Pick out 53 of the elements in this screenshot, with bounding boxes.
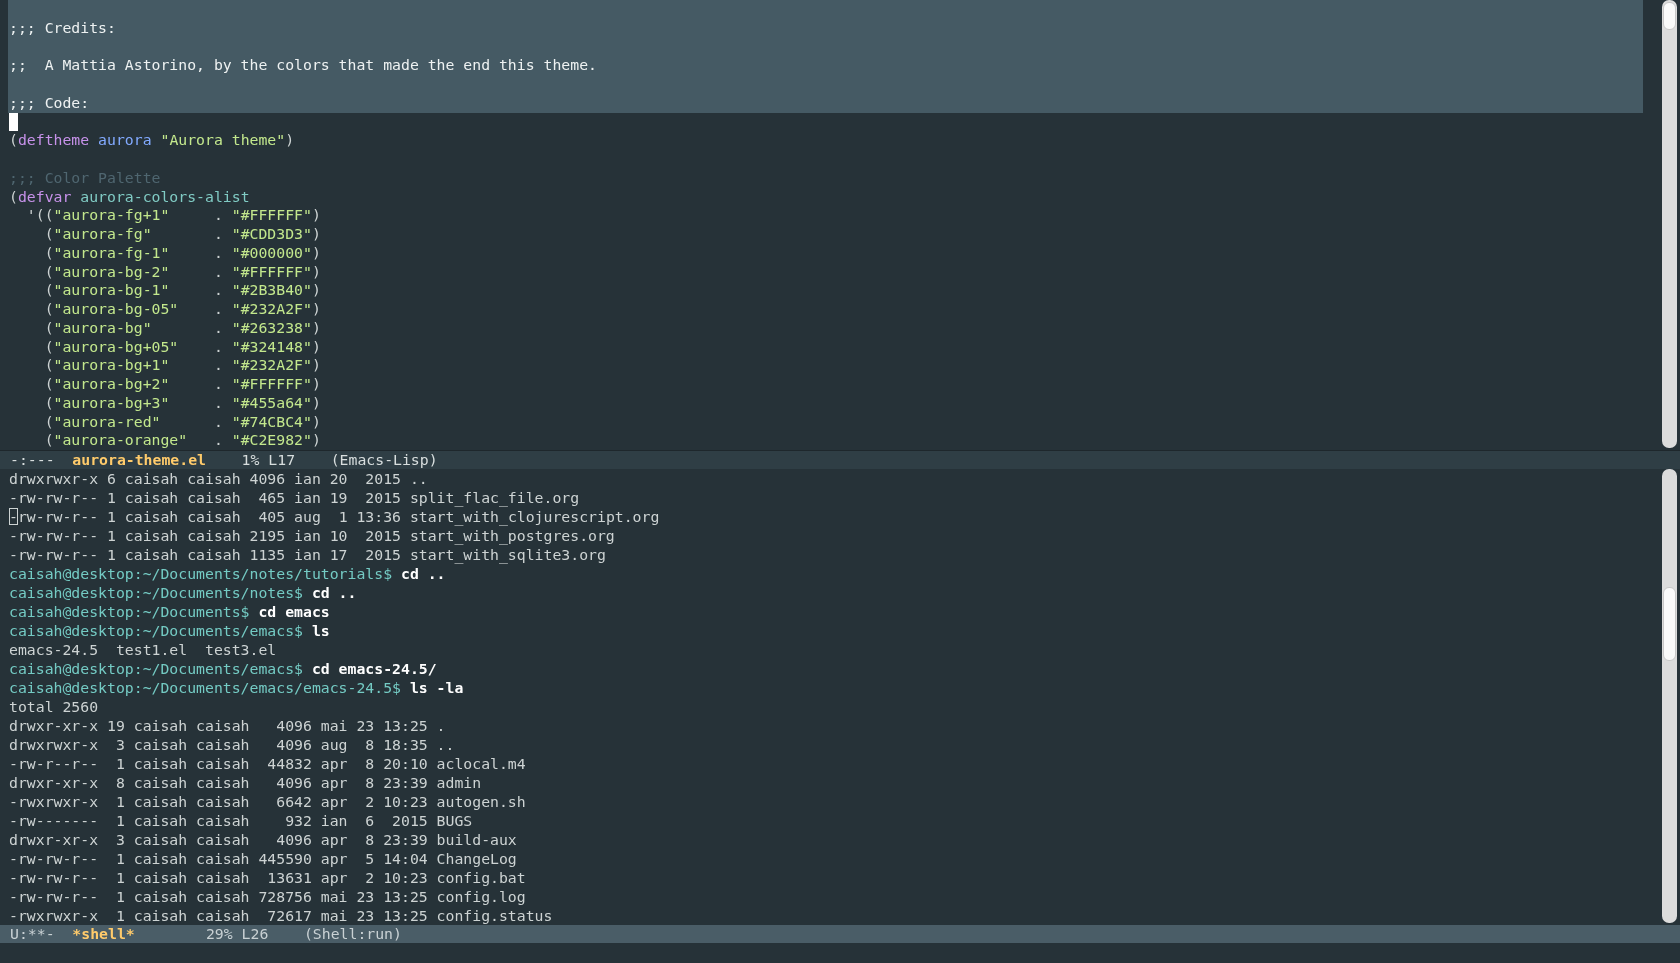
modified-flags: U:**- [10, 925, 56, 943]
scroll-position: 29% [205, 925, 233, 943]
code-line: ("aurora-bg-1" . "#2B3B40") [43, 281, 322, 300]
code-line: ("aurora-bg-05" . "#232A2F") [43, 300, 322, 319]
shell-line: caisah@desktop:~/Documents$ cd emacs [9, 602, 331, 621]
shell-line: -rw-rw-r-- 1 caisah caisah 1135 ian 17 2015 start_with_sqlite3.org [9, 545, 607, 564]
scrollbar-thumb[interactable] [1663, 2, 1676, 30]
scrollbar[interactable] [1662, 0, 1677, 448]
code-line: ("aurora-fg" . "#CDD3D3") [43, 225, 322, 244]
code-line: (deftheme aurora "Aurora theme") [9, 131, 296, 150]
shell-line: caisah@desktop:~/Documents/emacs$ cd emacs-24.5/ [9, 659, 438, 678]
shell-line: drwxr-xr-x 8 caisah caisah 4096 apr 8 23:39 admin [9, 773, 483, 792]
shell-line: drwxrwxr-x 6 caisah caisah 4096 ian 20 2015 .. [9, 469, 429, 488]
shell-line: emacs-24.5 test1.el test3.el [9, 640, 278, 659]
scroll-position: 1% [240, 451, 260, 469]
major-mode: (Emacs-Lisp) [330, 451, 438, 469]
code-line: ("aurora-bg+1" . "#232A2F") [43, 356, 322, 375]
buffer-name[interactable]: aurora-theme.el [72, 451, 206, 469]
scrollbar[interactable] [1662, 469, 1677, 923]
shell-line: -rwxrwxr-x 1 caisah caisah 6642 apr 2 10:23 autogen.sh [9, 792, 527, 811]
shell-line: -rw-rw-r-- 1 caisah caisah 728756 mai 23 13:25 config.log [9, 887, 527, 906]
line-number: L17 [268, 451, 296, 469]
shell-line: caisah@desktop:~/Documents/notes/tutorials$ cd .. [9, 564, 447, 583]
code-line: ("aurora-bg+05" . "#324148") [43, 337, 322, 357]
code-line: ("aurora-fg-1" . "#000000") [43, 243, 322, 263]
shell-line: -rw-rw-r-- 1 caisah caisah 445590 apr 5 14:04 ChangeLog [9, 849, 518, 868]
code-line: ("aurora-bg+3" . "#455a64") [43, 393, 322, 413]
code-line: ("aurora-bg" . "#263238") [43, 318, 322, 338]
code-line: ("aurora-bg-2" . "#FFFFFF") [43, 262, 322, 282]
code-line: ("aurora-red" . "#74CBC4") [43, 412, 322, 432]
shell-line: -rw-rw-r-- 1 caisah caisah 465 ian 19 2015 split_flac_file.org [9, 488, 581, 507]
shell-line: -rw-rw-r-- 1 caisah caisah 2195 ian 10 2015 start_with_postgres.org [9, 526, 616, 545]
shell-line: -rw------- 1 caisah caisah 932 ian 6 2015 BUGS [9, 811, 474, 830]
shell-line: caisah@desktop:~/Documents/emacs$ ls [9, 621, 331, 640]
shell-line: drwxr-xr-x 3 caisah caisah 4096 apr 8 23:39 build-aux [9, 830, 518, 849]
shell-line: -rw-rw-r-- 1 caisah caisah 13631 apr 2 10:23 config.bat [9, 868, 527, 887]
shell-line: total 2560 [9, 697, 100, 716]
line-number: L26 [241, 925, 269, 943]
code-line: '(("aurora-fg+1" . "#FFFFFF") [25, 206, 322, 225]
code-line: ;;; Color Palette [9, 168, 162, 188]
shell-line: caisah@desktop:~/Documents/notes$ cd .. [9, 583, 358, 602]
shell-line: -rw-r--r-- 1 caisah caisah 44832 apr 8 20:10 aclocal.m4 [9, 754, 527, 773]
shell-line: caisah@desktop:~/Documents/emacs/emacs-24.5$ ls -la [9, 678, 465, 697]
shell-line: -rw-rw-r-- 1 caisah caisah 405 aug 1 13:36 start_with_clojurescript.org [9, 507, 661, 526]
shell-line: drwxr-xr-x 19 caisah caisah 4096 mai 23 13:25 . [9, 716, 447, 735]
code-line: ("aurora-bg+2" . "#FFFFFF") [43, 375, 322, 394]
shell-line: -rwxrwxr-x 1 caisah caisah 72617 mai 23 13:25 config.status [9, 906, 554, 925]
shell-line: drwxrwxr-x 3 caisah caisah 4096 aug 8 18:35 .. [9, 735, 456, 754]
code-line: (defvar aurora-colors-alist [9, 187, 251, 207]
major-mode: (Shell:run) [303, 925, 402, 943]
modified-flags: -:--- [10, 451, 56, 469]
code-line: ("aurora-orange" . "#C2E982") [43, 431, 322, 450]
scrollbar-thumb[interactable] [1663, 587, 1676, 661]
